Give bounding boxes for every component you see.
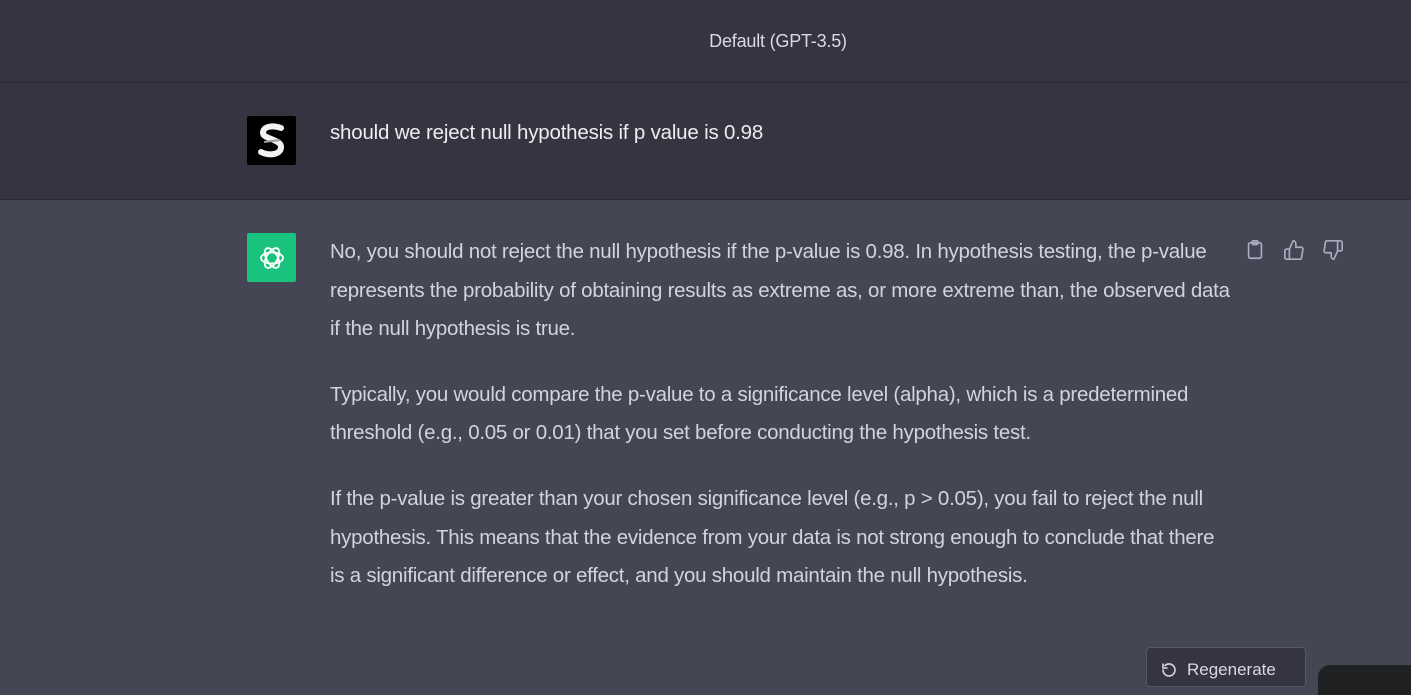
top-bar: Default (GPT-3.5) [0,0,1411,83]
answer-paragraph: If the p-value is greater than your chos… [330,486,1215,588]
answer-paragraph: Typically, you would compare the p-value… [330,382,1189,445]
assistant-message-row: No, you should not reject the null hypot… [0,200,1411,673]
refresh-icon [1162,663,1176,677]
message-actions [1243,238,1344,262]
chatgpt-avatar [247,233,296,282]
answer-paragraph: No, you should not reject the null hypot… [330,240,1230,341]
regenerate-button[interactable]: Regenerate [1146,647,1306,687]
copy-button[interactable] [1243,238,1266,262]
model-title: Default (GPT-3.5) [709,30,847,51]
user-avatar [247,116,296,165]
openai-logo-icon [259,246,284,269]
thumbs-down-button[interactable] [1321,238,1344,262]
clipboard-icon [1247,240,1262,260]
message-input-area[interactable] [1318,665,1411,695]
user-message-row: should we reject null hypothesis if p va… [0,83,1411,200]
regenerate-label: Regenerate [1187,660,1276,679]
user-avatar-logo-icon [257,122,284,157]
thumbs-down-icon [1322,240,1343,260]
assistant-message-text: No, you should not reject the null hypot… [330,233,1230,623]
thumbs-up-button[interactable] [1282,238,1305,262]
thumbs-up-icon [1283,240,1304,260]
user-message-text: should we reject null hypothesis if p va… [330,121,764,144]
